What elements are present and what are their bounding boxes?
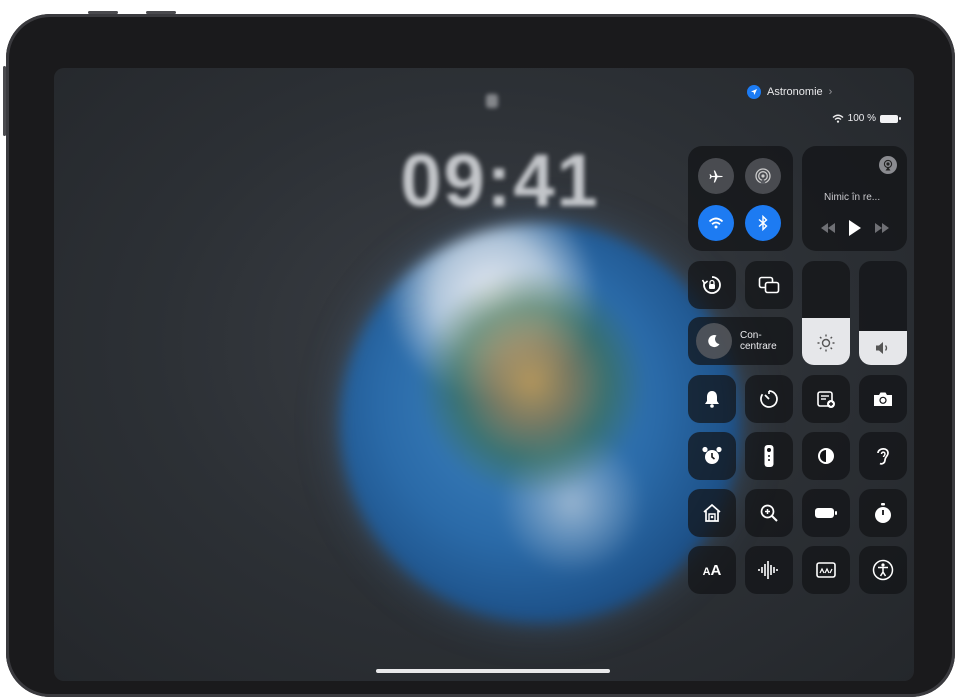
wifi-toggle-button[interactable]: [698, 205, 734, 241]
airplay-icon[interactable]: [879, 156, 897, 174]
lock-icon: [486, 94, 498, 108]
bluetooth-icon: [758, 215, 768, 231]
silent-mode-button[interactable]: [688, 375, 736, 423]
home-button[interactable]: [688, 489, 736, 537]
focus-label-line2: centrare: [740, 341, 777, 352]
orientation-lock-icon: [701, 276, 721, 294]
apple-tv-remote-button[interactable]: [745, 432, 793, 480]
focus-status-chip[interactable]: Astronomie ›: [747, 83, 832, 101]
ipad-frame: 09:41 Astronomie › 100 % Nimic în re... …: [3, 11, 955, 697]
screen[interactable]: 09:41 Astronomie › 100 % Nimic în re... …: [54, 68, 914, 681]
brightness-slider[interactable]: [802, 261, 850, 365]
wifi-icon: [708, 217, 724, 229]
speaker-icon: [859, 341, 907, 355]
now-playing-title: Nimic în re...: [824, 192, 881, 203]
play-icon[interactable]: [848, 220, 862, 236]
alarm-button[interactable]: [688, 432, 736, 480]
hearing-button[interactable]: [859, 432, 907, 480]
accessibility-shortcut-button[interactable]: [859, 546, 907, 594]
low-power-icon: [815, 508, 837, 518]
camera-icon: [874, 392, 892, 406]
top-button-2: [146, 11, 176, 14]
earth-wallpaper: [340, 223, 740, 623]
quick-note-icon: [817, 391, 835, 408]
stopwatch-icon: [875, 503, 891, 523]
timer-icon: [760, 390, 778, 408]
accessibility-icon: [872, 559, 894, 581]
screen-mirroring-button[interactable]: [745, 261, 793, 309]
now-playing-module[interactable]: Nimic în re...: [802, 146, 907, 251]
live-captions-button[interactable]: [802, 546, 850, 594]
alarm-icon: [702, 446, 722, 464]
airplane-mode-button[interactable]: [698, 158, 734, 194]
live-captions-icon: [816, 562, 836, 578]
airdrop-icon: [755, 168, 771, 184]
sun-icon: [802, 333, 850, 353]
airplane-icon: [709, 170, 723, 183]
camera-button[interactable]: [859, 375, 907, 423]
magnifier-icon: [760, 504, 778, 522]
moon-icon: [696, 323, 732, 359]
status-bar-right: 100 %: [832, 113, 901, 124]
control-center: Nimic în re... Con- centrare AA: [688, 146, 908, 596]
timer-button[interactable]: [745, 375, 793, 423]
volume-slider[interactable]: [859, 261, 907, 365]
fast-forward-icon[interactable]: [874, 223, 890, 233]
sound-recognition-button[interactable]: [745, 546, 793, 594]
location-arrow-icon: [747, 85, 761, 99]
low-power-mode-button[interactable]: [802, 489, 850, 537]
top-button: [88, 11, 118, 14]
home-icon: [703, 503, 721, 522]
wifi-icon: [832, 114, 844, 123]
remote-icon: [764, 445, 774, 467]
home-indicator[interactable]: [376, 669, 610, 673]
lock-screen-time: 09:41: [400, 139, 600, 222]
quick-note-button[interactable]: [802, 375, 850, 423]
bluetooth-toggle-button[interactable]: [745, 205, 781, 241]
dark-mode-icon: [818, 448, 834, 464]
focus-label-line1: Con-: [740, 330, 762, 341]
stopwatch-button[interactable]: [859, 489, 907, 537]
focus-button[interactable]: Con- centrare: [688, 317, 793, 365]
playback-controls: [820, 220, 890, 236]
text-size-icon: AA: [702, 561, 722, 579]
sound-recognition-icon: [758, 561, 778, 579]
battery-percent: 100 %: [847, 113, 876, 124]
chevron-right-icon: ›: [828, 86, 833, 98]
screen-mirroring-icon: [758, 276, 780, 294]
connectivity-module[interactable]: [688, 146, 793, 251]
hearing-icon: [877, 448, 889, 465]
rewind-icon[interactable]: [820, 223, 836, 233]
volume-button: [3, 66, 6, 136]
text-size-button[interactable]: AA: [688, 546, 736, 594]
focus-label: Con- centrare: [740, 330, 777, 352]
airdrop-button[interactable]: [745, 158, 781, 194]
focus-status-label: Astronomie: [767, 86, 823, 98]
magnifier-button[interactable]: [745, 489, 793, 537]
battery-icon: [880, 114, 901, 123]
bell-icon: [705, 391, 719, 408]
dark-mode-button[interactable]: [802, 432, 850, 480]
orientation-lock-button[interactable]: [688, 261, 736, 309]
